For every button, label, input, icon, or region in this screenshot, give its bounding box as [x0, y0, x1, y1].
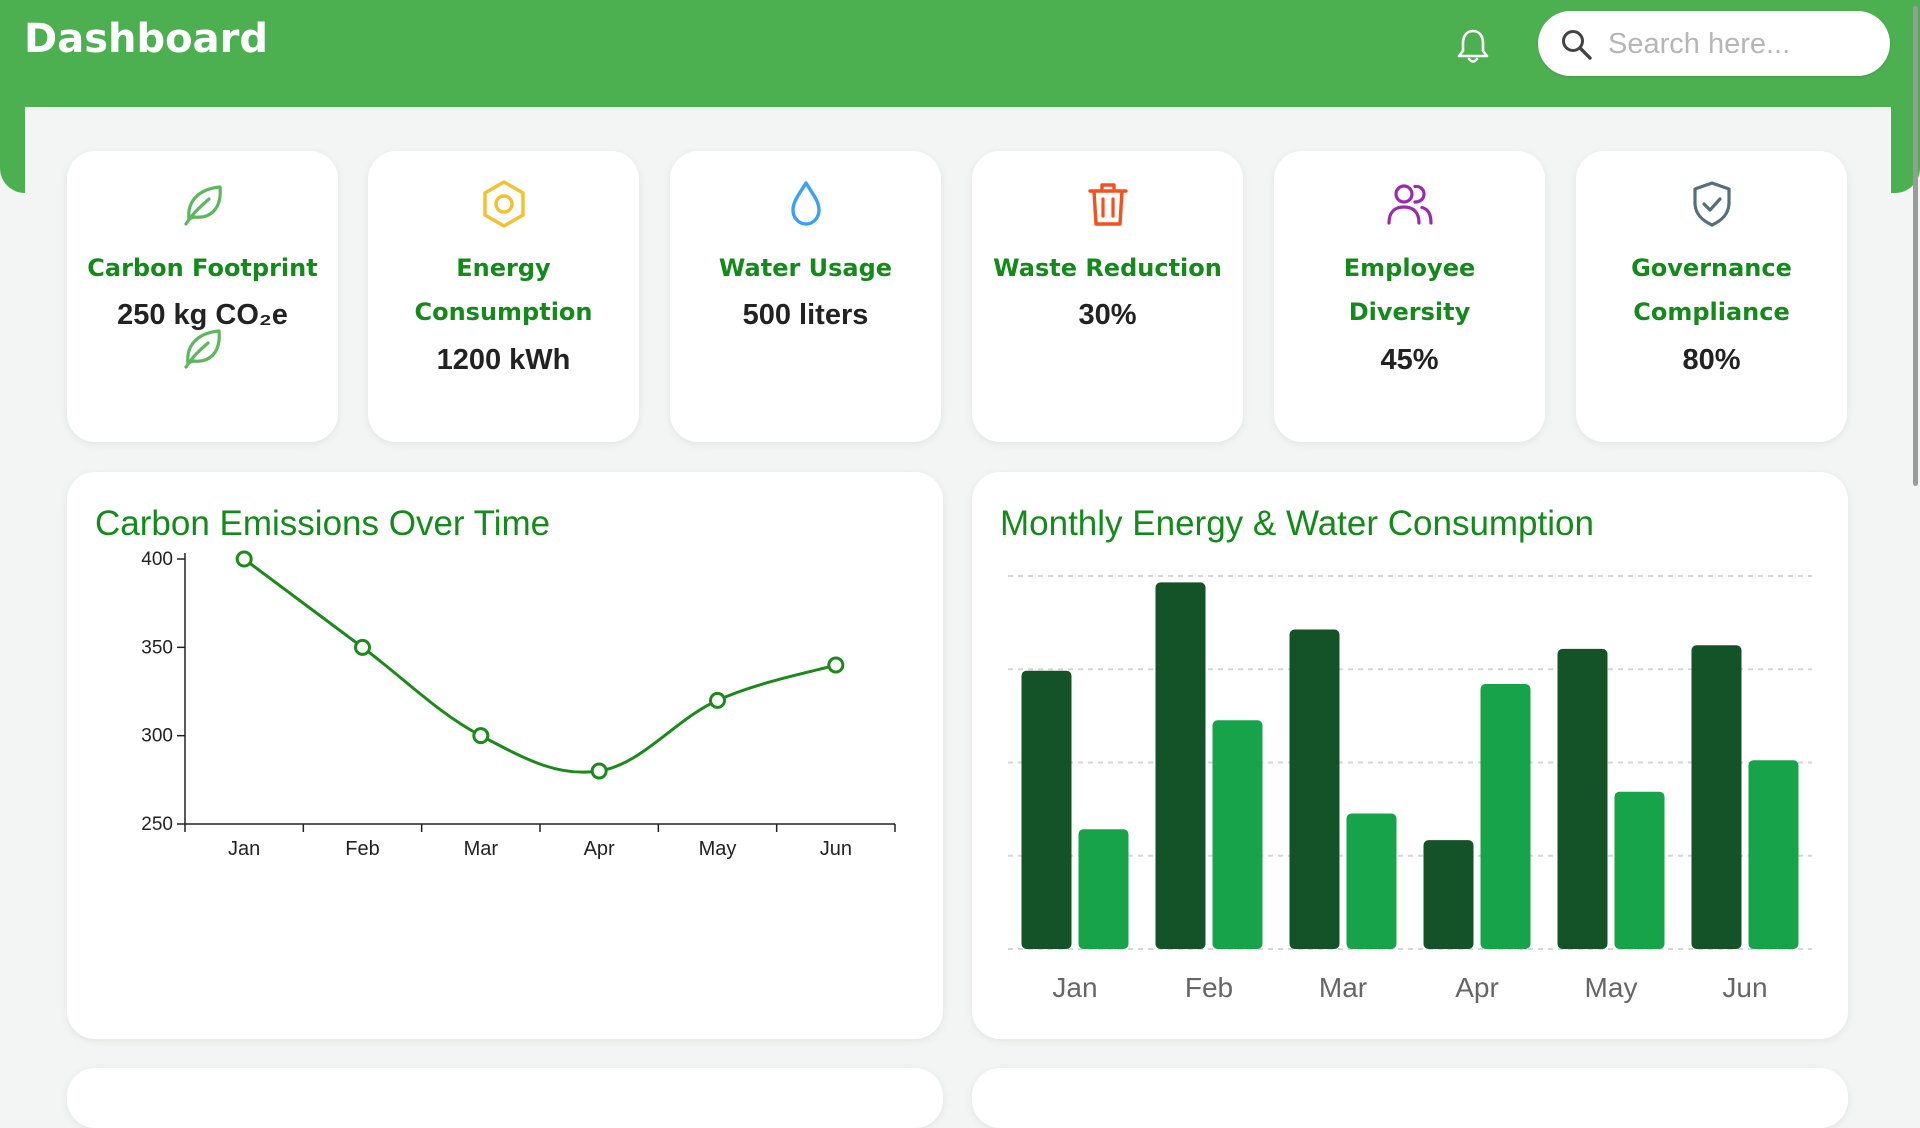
bar	[1614, 791, 1665, 949]
data-point	[827, 656, 845, 674]
data-point	[709, 691, 726, 709]
x-tick-label: Jan	[228, 838, 260, 860]
x-tick-label: Jan	[1052, 972, 1097, 1003]
bar	[1423, 840, 1474, 949]
metric-card-governance-compliance[interactable]	[1576, 151, 1847, 442]
bar	[1480, 684, 1531, 949]
search-input[interactable]	[1606, 21, 1875, 67]
x-tick-label: Mar	[464, 838, 499, 860]
x-tick-label: Apr	[584, 838, 615, 860]
scrollbar-thumb[interactable]	[1913, 6, 1918, 486]
bell-icon[interactable]	[1453, 26, 1493, 66]
metric-card-energy-consumption[interactable]	[368, 151, 639, 442]
data-point	[472, 727, 490, 745]
bar-chart-card: Monthly Energy & Water Consumption Jan Fe…	[972, 472, 1848, 1039]
bar	[1346, 813, 1397, 949]
bar	[1748, 760, 1799, 949]
y-tick-label: 350	[141, 637, 173, 658]
x-tick-label: May	[699, 838, 737, 860]
line-chart-card: Carbon Emissions Over Time 250 300 350 400 J…	[67, 472, 943, 1039]
scrollbar-track[interactable]	[1911, 0, 1920, 1080]
metric-card-employee-diversity[interactable]	[1274, 151, 1545, 442]
bar	[1078, 829, 1129, 949]
x-tick-label: Mar	[1319, 972, 1367, 1003]
search-box[interactable]	[1538, 11, 1890, 76]
x-tick-label: Jun	[820, 838, 852, 860]
data-point	[590, 762, 608, 780]
bar	[1557, 648, 1608, 949]
emissions-line	[243, 557, 837, 774]
bottom-card-right	[972, 1068, 1848, 1128]
header-edge-left	[0, 107, 25, 193]
bar	[1289, 629, 1340, 949]
search-icon	[1560, 28, 1594, 62]
x-tick-label: Jun	[1722, 972, 1767, 1003]
bar-chart: Jan Feb Mar Apr May Jun	[1008, 575, 1812, 1003]
y-tick-label: 400	[141, 549, 173, 570]
bar	[1212, 720, 1263, 949]
line-chart: 250 300 350 400 Jan Feb Mar Apr May Jun	[141, 549, 896, 860]
data-point	[235, 550, 253, 568]
top-bar: Dashboard	[0, 0, 1920, 107]
page-title: Dashboard	[24, 16, 268, 62]
x-tick-label: May	[1585, 972, 1638, 1003]
leaf-icon	[67, 322, 338, 374]
bar	[1691, 645, 1742, 949]
y-tick-label: 300	[141, 726, 173, 747]
bottom-card-left	[67, 1068, 943, 1128]
bar	[1155, 582, 1206, 949]
data-point	[354, 638, 371, 656]
x-tick-label: Apr	[1455, 972, 1499, 1003]
bar	[1021, 670, 1072, 949]
metric-card-water-usage[interactable]	[670, 151, 941, 442]
x-tick-label: Feb	[345, 838, 379, 860]
y-tick-label: 250	[141, 814, 173, 835]
metric-card-waste-reduction[interactable]	[972, 151, 1243, 442]
x-tick-label: Feb	[1185, 972, 1233, 1003]
metric-card-carbon-footprint[interactable]	[67, 151, 338, 442]
